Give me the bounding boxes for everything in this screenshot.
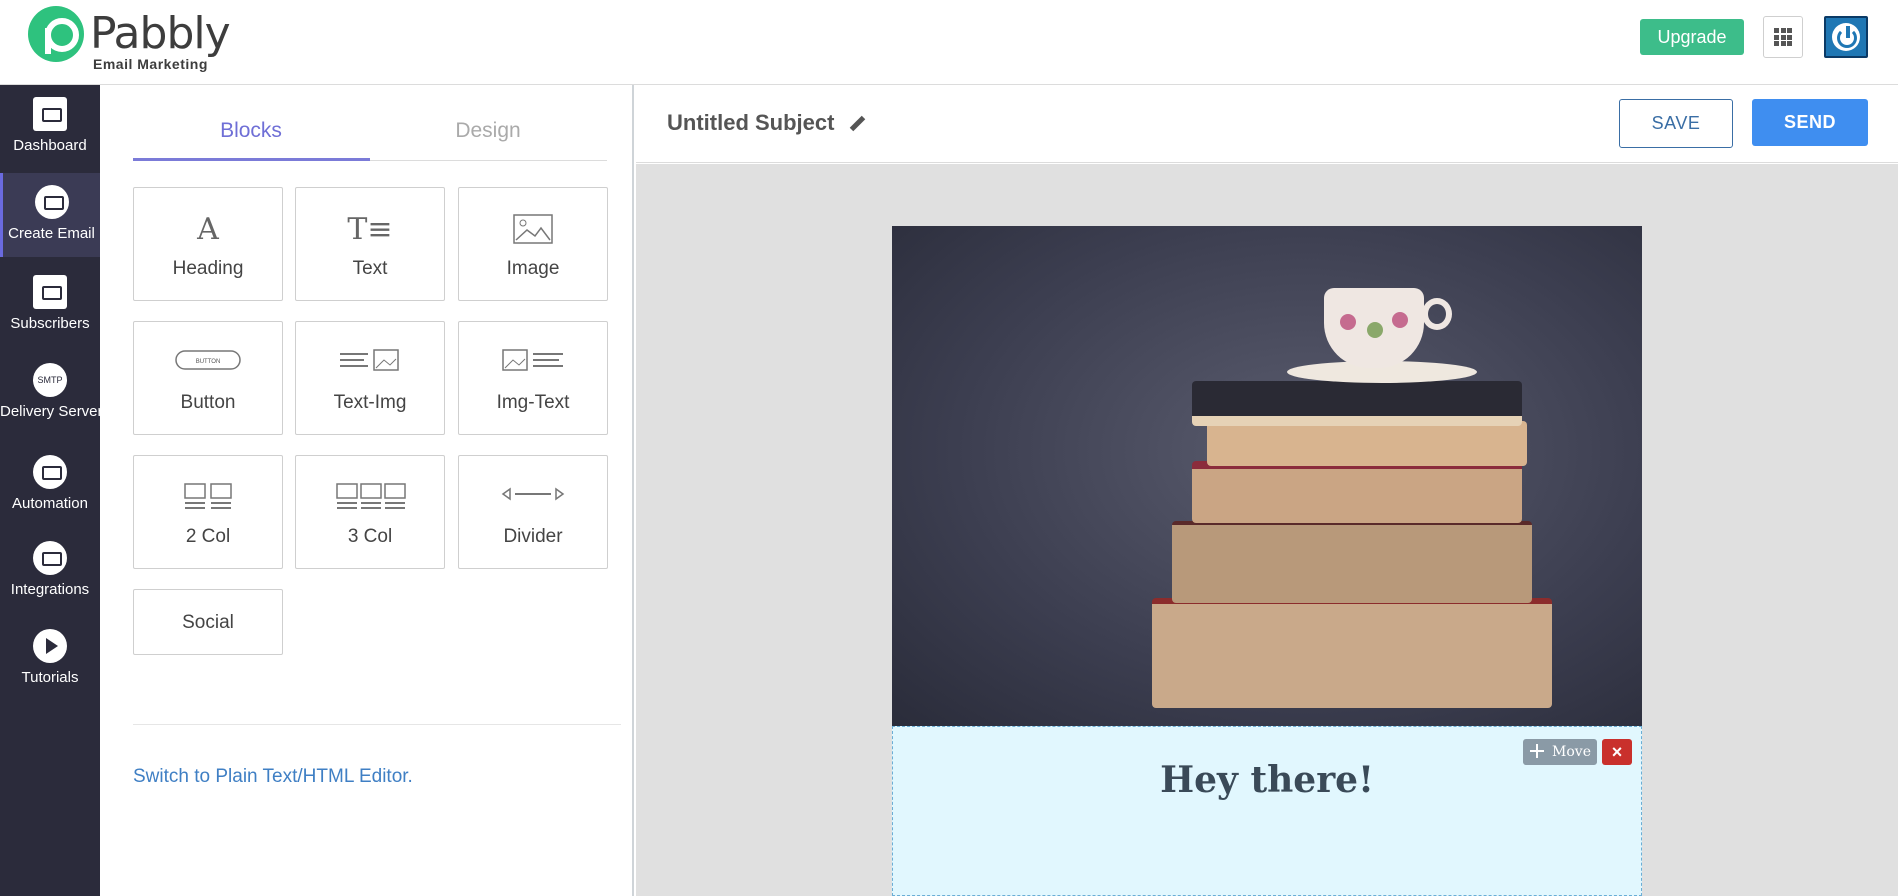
power-icon xyxy=(1832,23,1860,51)
text-img-icon xyxy=(335,348,405,380)
sidebar-item-label: Dashboard xyxy=(13,137,87,154)
block-two-column[interactable]: 2 Col xyxy=(133,455,283,569)
sidebar-nav: Dashboard Create Email Subscribers SMTP … xyxy=(0,85,103,896)
block-text-img[interactable]: Text-Img xyxy=(295,321,445,435)
block-label: Text-Img xyxy=(333,392,407,413)
divider-icon xyxy=(498,482,568,514)
power-button[interactable] xyxy=(1824,16,1868,58)
image-icon xyxy=(498,214,568,246)
email-hero-image[interactable] xyxy=(892,226,1642,726)
pencil-icon[interactable] xyxy=(849,116,865,132)
sidebar-item-label: Automation xyxy=(12,495,88,512)
email-heading-text[interactable]: Hey there! xyxy=(893,759,1641,801)
dashboard-icon xyxy=(33,97,67,131)
sidebar-item-subscribers[interactable]: Subscribers xyxy=(0,263,100,347)
address-book-icon xyxy=(33,275,67,309)
pabbly-logo-icon xyxy=(28,6,84,62)
block-label: Divider xyxy=(503,526,563,547)
button-icon: BUTTON xyxy=(173,348,243,380)
tab-blocks[interactable]: Blocks xyxy=(133,119,369,143)
block-three-column[interactable]: 3 Col xyxy=(295,455,445,569)
sidebar-item-label: Integrations xyxy=(10,581,90,598)
block-img-text[interactable]: Img-Text xyxy=(458,321,608,435)
webhook-icon xyxy=(33,541,67,575)
pabbly-logo[interactable]: Pabbly Email Marketing xyxy=(28,6,248,76)
block-label: Social xyxy=(182,612,234,633)
sidebar-item-automation[interactable]: Automation xyxy=(0,443,100,527)
grid-icon xyxy=(1774,28,1792,46)
block-label: Heading xyxy=(172,258,244,279)
tab-design[interactable]: Design xyxy=(370,119,606,143)
block-label: Image xyxy=(506,258,560,279)
delete-block-button[interactable]: × xyxy=(1602,739,1632,765)
brand-name: Pabbly xyxy=(90,8,231,59)
sidebar-item-delivery-server[interactable]: SMTP Delivery Server xyxy=(0,351,103,435)
move-button[interactable]: Move xyxy=(1523,739,1597,765)
block-label: Text xyxy=(352,258,388,279)
svg-text:BUTTON: BUTTON xyxy=(196,359,221,365)
email-heading-block[interactable]: Hey there! Move × xyxy=(892,726,1642,896)
smtp-icon: SMTP xyxy=(33,363,67,397)
apps-button[interactable] xyxy=(1763,16,1803,58)
block-image[interactable]: Image xyxy=(458,187,608,301)
upgrade-button[interactable]: Upgrade xyxy=(1640,19,1744,55)
top-header: Pabbly Email Marketing Upgrade xyxy=(0,0,1898,85)
sidebar-item-label: Delivery Server xyxy=(0,403,103,420)
email-subject[interactable]: Untitled Subject xyxy=(667,110,865,136)
block-label: 2 Col xyxy=(185,526,231,547)
play-icon xyxy=(33,629,67,663)
block-heading[interactable]: A Heading xyxy=(133,187,283,301)
heading-icon: A xyxy=(197,212,219,247)
sidebar-item-tutorials[interactable]: Tutorials xyxy=(0,617,100,701)
text-icon: T≡ xyxy=(347,212,393,247)
img-text-icon xyxy=(498,348,568,380)
block-social[interactable]: Social xyxy=(133,589,283,655)
editor-header: Untitled Subject SAVE SEND xyxy=(636,85,1898,163)
subject-text: Untitled Subject xyxy=(667,110,835,135)
gear-icon xyxy=(33,455,67,489)
save-button[interactable]: SAVE xyxy=(1619,99,1733,148)
blocks-panel: Blocks Design A Heading T≡ Text Image BU… xyxy=(100,85,634,896)
two-column-icon xyxy=(173,482,243,514)
sidebar-item-create-email[interactable]: Create Email xyxy=(0,173,100,257)
sidebar-item-integrations[interactable]: Integrations xyxy=(0,529,100,613)
active-tab-indicator xyxy=(133,158,370,161)
three-column-icon xyxy=(335,482,406,514)
sidebar-item-label: Create Email xyxy=(8,225,95,242)
block-text[interactable]: T≡ Text xyxy=(295,187,445,301)
brand-subtitle: Email Marketing xyxy=(93,56,208,72)
switch-to-plain-text-link[interactable]: Switch to Plain Text/HTML Editor. xyxy=(133,766,413,788)
sidebar-item-dashboard[interactable]: Dashboard xyxy=(0,85,100,169)
block-button[interactable]: BUTTON Button xyxy=(133,321,283,435)
send-button[interactable]: SEND xyxy=(1752,99,1868,146)
sidebar-item-label: Subscribers xyxy=(10,315,90,332)
block-label: Button xyxy=(180,392,236,413)
envelope-icon xyxy=(34,185,69,219)
sidebar-item-label: Tutorials xyxy=(21,669,79,686)
move-label: Move xyxy=(1552,744,1591,760)
block-divider[interactable]: Divider xyxy=(458,455,608,569)
panel-divider xyxy=(133,724,621,725)
panel-tabs: Blocks Design xyxy=(133,85,607,161)
block-label: 3 Col xyxy=(347,526,393,547)
email-canvas: Hey there! Move × xyxy=(636,164,1898,896)
block-label: Img-Text xyxy=(496,392,570,413)
move-icon xyxy=(1530,744,1544,758)
